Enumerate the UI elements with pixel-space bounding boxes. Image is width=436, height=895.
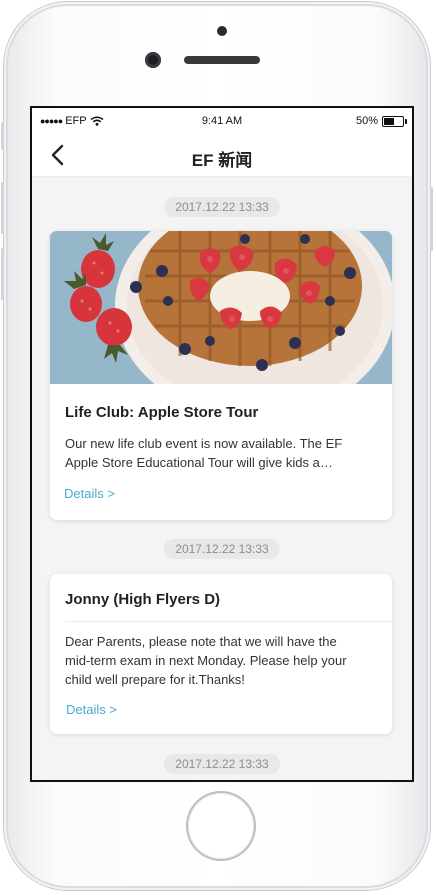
volume-up-button — [1, 182, 4, 234]
proximity-sensor — [217, 26, 227, 36]
home-button[interactable] — [188, 793, 254, 859]
card-summary-line: mid-term exam in next Monday. Please hel… — [65, 653, 347, 668]
navigation-bar: EF 新闻 — [32, 134, 412, 177]
volume-down-button — [1, 248, 4, 300]
front-camera — [145, 52, 161, 68]
news-card[interactable]: Jonny (High Flyers D) Dear Parents, plea… — [50, 574, 392, 734]
details-link[interactable]: Details > — [66, 702, 117, 717]
timestamp-badge: 2017.12.22 13:33 — [164, 197, 280, 217]
news-card[interactable]: Life Club: Apple Store Tour Our new life… — [50, 231, 392, 520]
card-title: Jonny (High Flyers D) — [65, 591, 221, 608]
status-bar: ●●●●● EFP 9:41 AM 50% — [32, 108, 412, 134]
card-summary: Dear Parents, please note that we will h… — [65, 632, 378, 689]
card-summary-line: child well prepare for it.Thanks! — [65, 672, 245, 687]
battery-icon — [382, 115, 407, 127]
page-title: EF 新闻 — [191, 151, 253, 170]
card-summary: Our new life club event is now available… — [65, 434, 378, 472]
waffle-photo — [50, 231, 392, 384]
mute-switch — [1, 122, 4, 150]
power-button — [430, 187, 433, 251]
card-summary-line: Dear Parents, please note that we will h… — [65, 634, 337, 649]
card-divider — [65, 621, 392, 622]
timestamp-badge: 2017.12.22 13:33 — [164, 754, 280, 774]
app-screen: ●●●●● EFP 9:41 AM 50% EF 新闻 2017.12.22 1… — [32, 108, 412, 780]
phone-frame: ●●●●● EFP 9:41 AM 50% EF 新闻 2017.12.22 1… — [1, 2, 433, 890]
card-summary-line: Apple Store Educational Tour will give k… — [65, 455, 333, 470]
timestamp-badge: 2017.12.22 13:33 — [164, 539, 280, 559]
earpiece-speaker — [184, 56, 260, 64]
battery-percent: 50% — [355, 115, 378, 127]
card-title: Life Club: Apple Store Tour — [65, 404, 259, 421]
card-summary-line: Our new life club event is now available… — [65, 436, 343, 451]
details-link[interactable]: Details > — [64, 486, 115, 501]
